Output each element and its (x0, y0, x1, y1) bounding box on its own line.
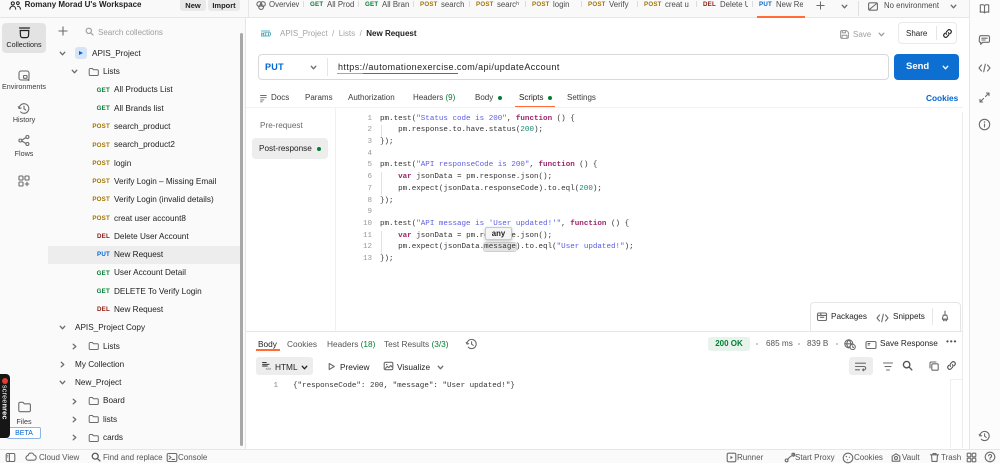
svg-text:HTTP: HTTP (261, 31, 271, 36)
svg-text:</>: </> (266, 367, 271, 370)
